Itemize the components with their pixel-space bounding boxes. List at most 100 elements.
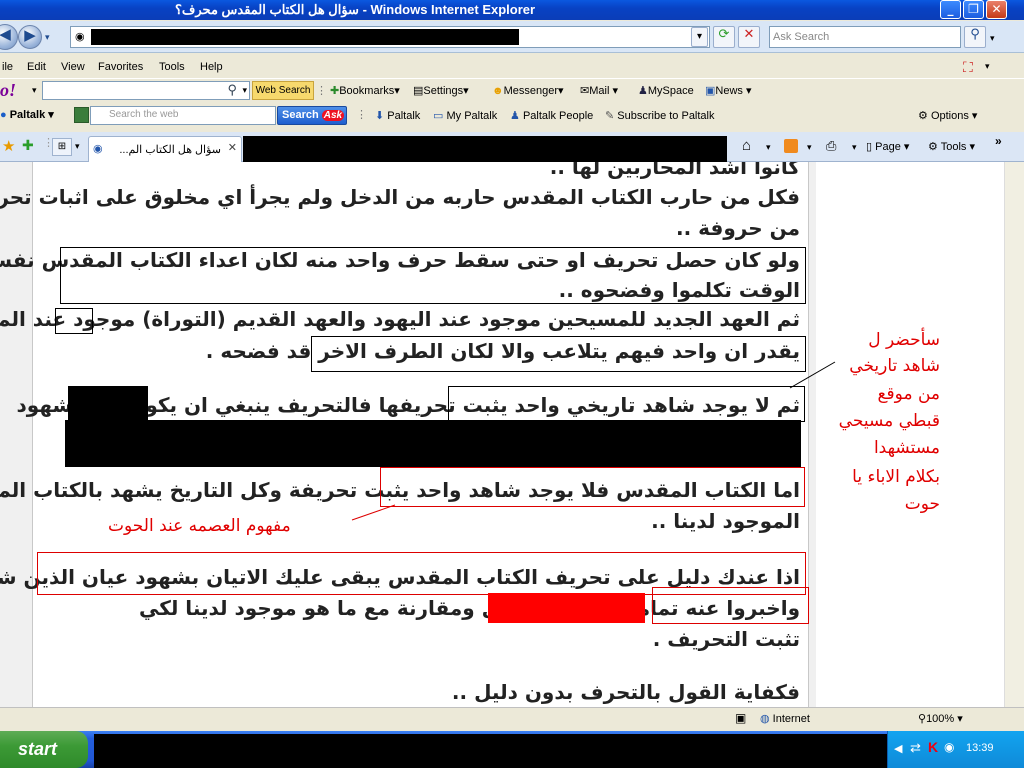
toolbar-overflow-icon[interactable]: » xyxy=(995,134,1002,148)
paltalk-search-button[interactable]: Search Ask xyxy=(277,106,347,125)
myspace-button[interactable]: ♟MySpace xyxy=(638,84,694,97)
home-dropdown[interactable]: ▾ xyxy=(766,142,771,153)
window-title: سؤال هل الكتاب المقدس محرف؟ - Windows In… xyxy=(175,2,536,17)
menu-favorites[interactable]: Favorites xyxy=(98,61,143,73)
menu-file[interactable]: ile xyxy=(2,61,13,73)
subscribe-link-button[interactable]: ✎ Subscribe to Paltalk xyxy=(605,109,715,122)
feeds-translate-icon[interactable]: ⛶ xyxy=(963,59,973,76)
people-icon: ♟ xyxy=(510,110,520,122)
feeds-dropdown[interactable]: ▾ xyxy=(807,142,812,153)
search-icon: ⚲ xyxy=(227,82,237,97)
back-arrow-icon: ◀ xyxy=(0,25,11,43)
paltalk-people-link-button[interactable]: ♟ Paltalk People xyxy=(510,109,593,122)
web-search-button[interactable]: Web Search xyxy=(252,81,314,100)
paltalk-toolbar: ● Paltalk ▾ Search the web Search Ask ⋮ … xyxy=(0,102,1024,128)
refresh-button[interactable]: ⟳ xyxy=(713,26,735,48)
redacted-taskbar-items xyxy=(94,734,887,768)
news-button[interactable]: ▣News ▾ xyxy=(705,84,752,97)
forward-arrow-icon: ▶ xyxy=(24,26,36,44)
options-button[interactable]: ⚙ Options ▾ xyxy=(918,109,977,122)
menu-edit[interactable]: Edit xyxy=(27,61,46,73)
recent-pages-dropdown[interactable]: ▾ xyxy=(45,32,50,43)
paltalk-link-button[interactable]: ⬇ Paltalk xyxy=(375,109,420,122)
menu-help[interactable]: Help xyxy=(200,61,223,73)
system-tray: ◀ ⇄ K ◉ 13:39 xyxy=(887,731,1024,768)
annotation-note: شاهد تاريخي xyxy=(849,356,940,376)
mail-button[interactable]: ✉Mail ▾ xyxy=(580,84,618,97)
paltalk-web-icon xyxy=(74,107,89,123)
paltalk-menu[interactable]: ● Paltalk ▾ xyxy=(0,108,54,121)
clock: 13:39 xyxy=(966,742,994,754)
menu-view[interactable]: View xyxy=(61,61,85,73)
print-dropdown[interactable]: ▾ xyxy=(852,142,857,153)
messenger-button[interactable]: ☻Messenger▾ xyxy=(492,84,564,97)
search-input[interactable]: Ask Search xyxy=(769,26,961,48)
forward-button[interactable]: ▶ xyxy=(18,25,42,49)
annotation-note: حوت xyxy=(904,494,940,514)
print-icon[interactable]: ⎙ xyxy=(826,138,836,154)
news-icon: ▣ xyxy=(705,85,716,97)
search-options-dropdown[interactable]: ▾ xyxy=(990,33,995,44)
annotation-note: مستشهدا xyxy=(873,438,940,458)
address-input[interactable]: ◉ xyxy=(70,26,710,48)
home-icon[interactable]: ⌂ xyxy=(742,137,751,154)
messenger-smiley-icon: ☻ xyxy=(492,85,504,97)
feeds-icon[interactable] xyxy=(784,139,798,153)
tray-app-icon[interactable]: ◉ xyxy=(944,740,954,754)
zoom-control[interactable]: ⚲100% ▾ xyxy=(918,712,963,725)
yahoo-logo: o! xyxy=(0,80,17,100)
redacted-url xyxy=(91,29,519,45)
search-go-button[interactable]: ⚲ xyxy=(964,26,986,48)
annotation-note: من موقع xyxy=(877,384,940,404)
internet-zone: ◍ Internet xyxy=(760,713,810,725)
annotation-note-left: مفهوم العصمه عند الحوت xyxy=(108,516,291,536)
ask-logo: Ask xyxy=(321,110,345,121)
redacted-tab xyxy=(243,136,727,162)
quick-tabs-button[interactable]: ⊞ xyxy=(52,138,72,156)
address-dropdown-button[interactable]: ▾ xyxy=(691,27,708,47)
status-bar: ▣ ◍ Internet ⚲100% ▾ xyxy=(0,707,1024,731)
stop-button[interactable]: ✕ xyxy=(738,26,760,48)
refresh-icon: ⟳ xyxy=(718,27,730,42)
minimize-button[interactable]: _ xyxy=(940,0,961,19)
globe-icon: ◍ xyxy=(760,713,770,725)
tab-list-dropdown[interactable]: ▾ xyxy=(75,141,80,152)
add-favorites-icon[interactable]: ✚ xyxy=(22,137,34,154)
maximize-button[interactable]: ❐ xyxy=(963,0,984,19)
yahoo-search-dropdown[interactable]: ▾ xyxy=(242,85,247,96)
my-paltalk-link-button[interactable]: ▭ My Paltalk xyxy=(433,109,497,122)
toolbar-separator: ⋮ xyxy=(356,109,367,121)
page-menu-icon: ▯ xyxy=(866,141,873,153)
options-gear-icon: ⚙ xyxy=(918,110,928,122)
bookmarks-button[interactable]: ✚Bookmarks▾ xyxy=(330,84,400,97)
favorites-star-icon[interactable]: ★ xyxy=(2,137,15,155)
back-button[interactable]: ◀ xyxy=(0,24,18,50)
settings-button[interactable]: ▤Settings▾ xyxy=(413,84,469,97)
pen-icon: ✎ xyxy=(605,110,615,122)
page-menu-button[interactable]: ▯ Page ▾ xyxy=(866,140,909,153)
tray-network-icon[interactable]: ⇄ xyxy=(910,740,921,756)
feeds-dropdown[interactable]: ▾ xyxy=(985,61,990,72)
tab-close-icon[interactable]: ✕ xyxy=(228,141,237,154)
start-button[interactable]: start xyxy=(0,731,88,768)
yahoo-toolbar: o! ▾ ⚲ ▾ Web Search ⋮ ✚Bookmarks▾ ▤Setti… xyxy=(0,78,1024,102)
search-icon: ⚲ xyxy=(970,27,980,42)
connector-line xyxy=(789,361,836,389)
close-button[interactable]: ✕ xyxy=(986,0,1007,19)
zoom-icon: ⚲ xyxy=(918,713,927,725)
page-icon: ◉ xyxy=(93,143,103,155)
paltalk-logo-icon: ● xyxy=(0,109,7,121)
yahoo-menu-dropdown[interactable]: ▾ xyxy=(32,85,37,96)
title-bar: سؤال هل الكتاب المقدس محرف؟ - Windows In… xyxy=(0,0,1024,20)
tools-menu-button[interactable]: ⚙ Tools ▾ xyxy=(928,140,975,153)
taskbar: start ◀ ⇄ K ◉ 13:39 xyxy=(0,731,1024,768)
tray-antivirus-icon[interactable]: K xyxy=(928,739,938,755)
address-row: ◀ ▶ ▾ ◉ ▾ ⟳ ✕ Ask Search ⚲ ▾ xyxy=(0,21,1024,53)
paltalk-search-input[interactable]: Search the web xyxy=(90,106,276,125)
menu-tools[interactable]: Tools xyxy=(159,61,185,73)
vertical-scrollbar[interactable] xyxy=(1004,162,1024,707)
yahoo-search-input[interactable]: ⚲ ▾ xyxy=(42,81,250,100)
tab-active[interactable]: ◉ ✕ سؤال هل الكتاب الم... xyxy=(88,136,242,162)
download-arrow-icon: ⬇ xyxy=(375,110,385,122)
tray-expand-icon[interactable]: ◀ xyxy=(894,742,902,755)
